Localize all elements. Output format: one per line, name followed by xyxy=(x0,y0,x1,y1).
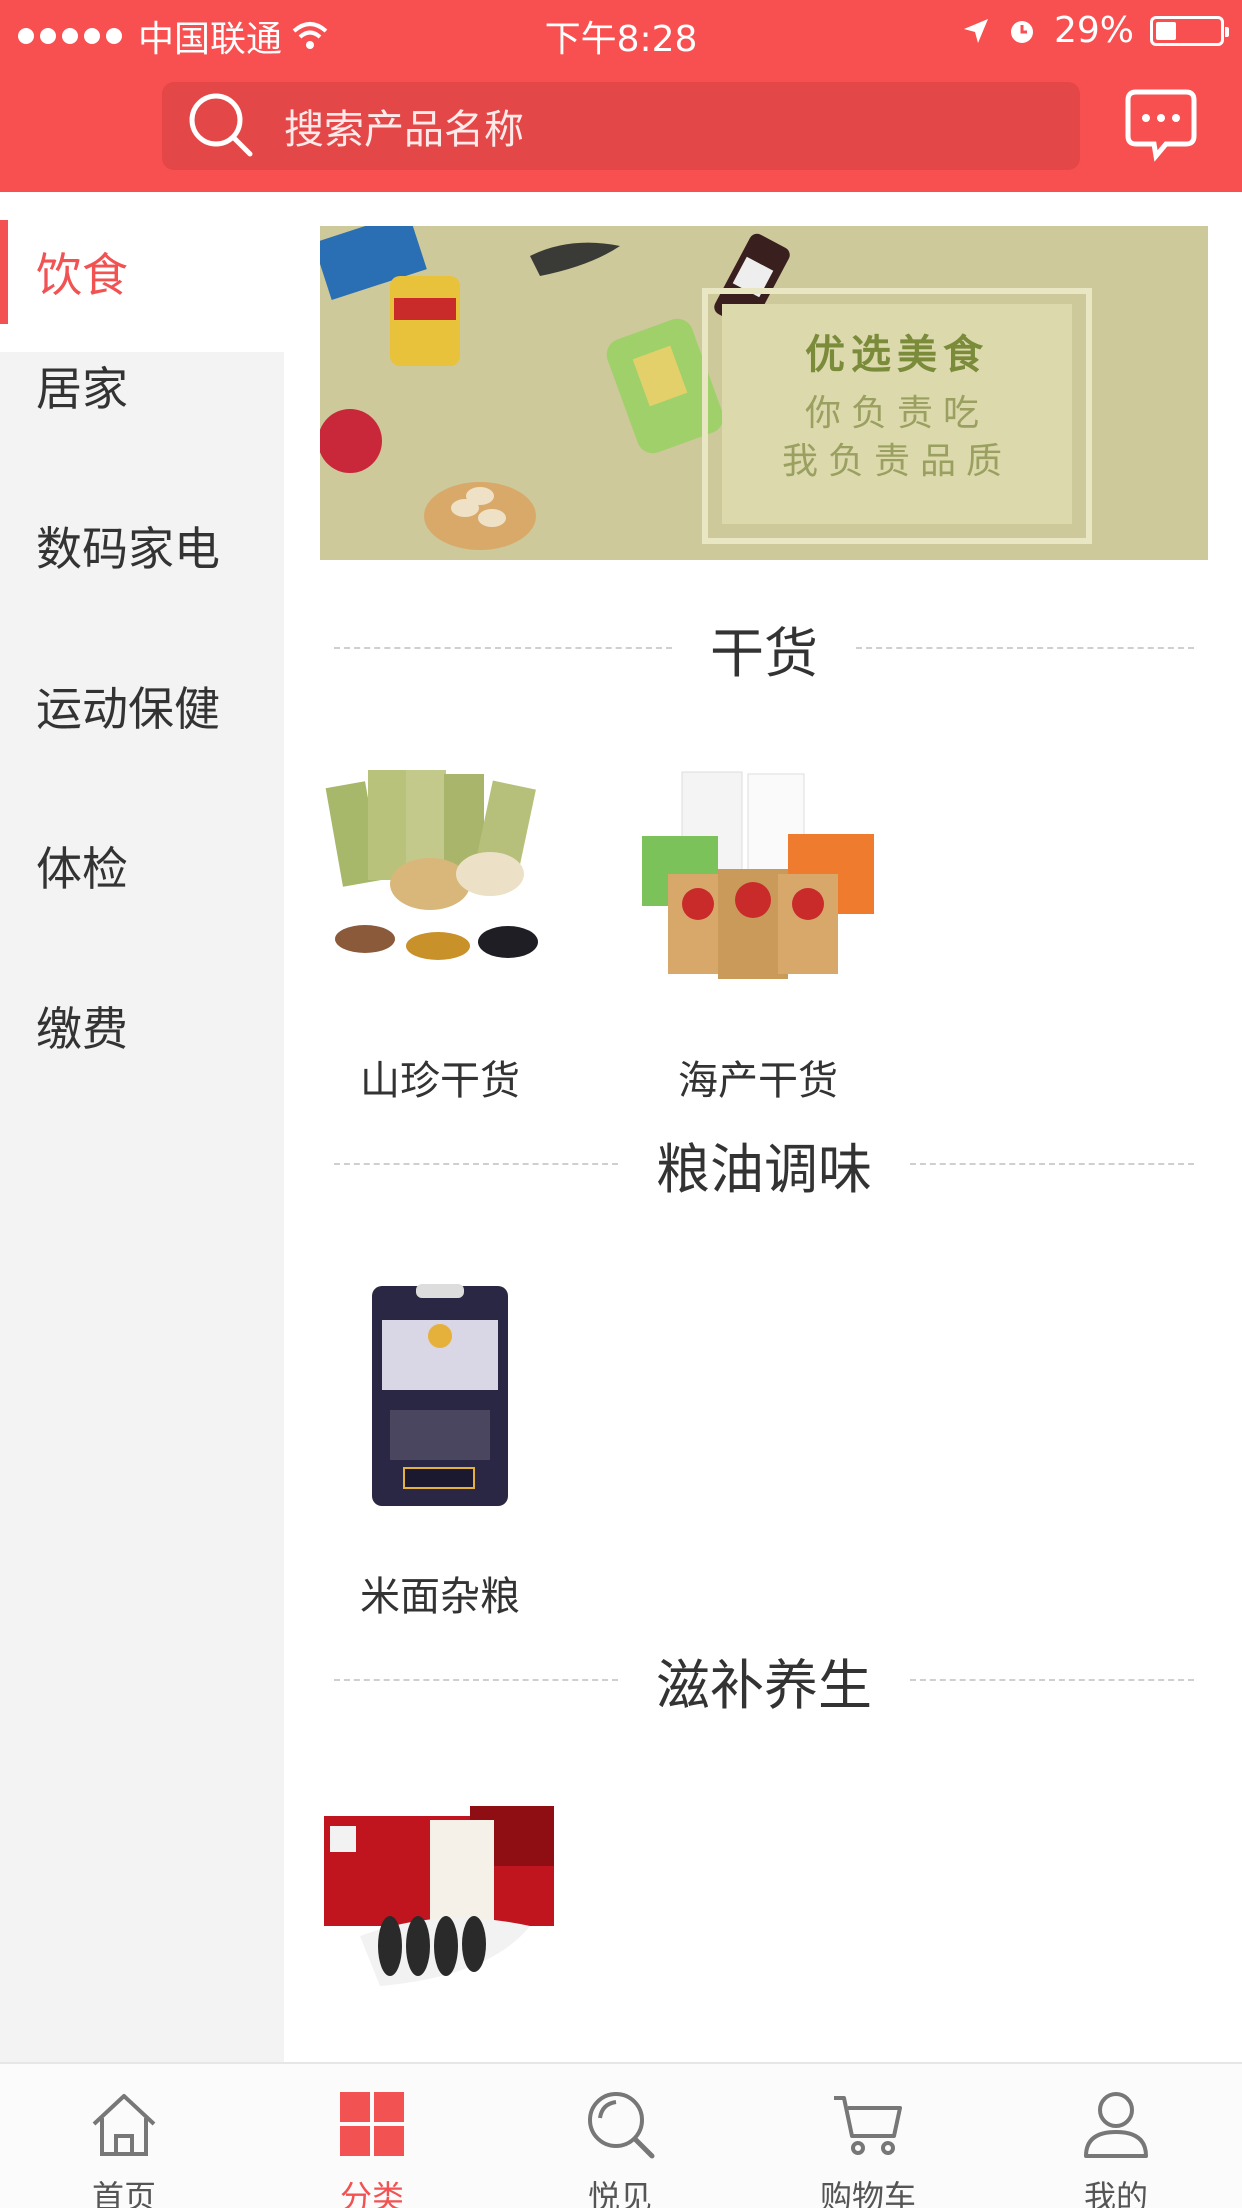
section-title: 滋补养生 xyxy=(656,1653,872,1717)
sidebar-item-checkup[interactable]: 体检 xyxy=(0,786,284,946)
product-name: 海产干货 xyxy=(678,1058,838,1104)
section-header-tonic-wellness: 滋补养生 xyxy=(334,1640,1194,1720)
divider xyxy=(910,1163,1194,1165)
sidebar-item-label: 缴费 xyxy=(36,1002,128,1056)
promo-banner[interactable]: 优选美食 你负责吃 我负责品质 xyxy=(320,226,1208,560)
tab-label: 购物车 xyxy=(819,2178,916,2208)
search-placeholder[interactable]: 搜索产品名称 xyxy=(284,97,524,155)
tab-cart[interactable]: 购物车 xyxy=(744,2064,992,2208)
tab-label: 首页 xyxy=(91,2178,156,2208)
sidebar-item-label: 运动保健 xyxy=(36,682,220,736)
tab-discover[interactable]: 悦见 xyxy=(496,2064,744,2208)
sidebar-item-sports[interactable]: 运动保健 xyxy=(0,626,284,786)
section-title: 粮油调味 xyxy=(656,1137,872,1201)
cart-icon xyxy=(834,2096,902,2155)
sidebar-item-label: 饮食 xyxy=(36,248,128,302)
tab-label: 悦见 xyxy=(587,2178,652,2208)
category-sidebar: 饮食 居家 数码家电 运动保健 体检 缴费 xyxy=(0,192,284,2062)
sidebar-item-payment[interactable]: 缴费 xyxy=(0,946,284,1106)
section-title: 干货 xyxy=(710,621,818,685)
home-icon xyxy=(92,2094,156,2156)
sidebar-item-home[interactable]: 居家 xyxy=(0,306,284,466)
divider xyxy=(334,1679,618,1681)
product-seafood-dried-goods[interactable]: 海产干货 xyxy=(638,764,878,1106)
message-icon[interactable] xyxy=(1122,86,1200,164)
divider xyxy=(910,1679,1194,1681)
discover-icon xyxy=(588,2092,655,2159)
product-name: 山珍干货 xyxy=(360,1058,520,1104)
banner-title: 优选美食 xyxy=(805,332,989,378)
section-header-dried-goods: 干货 xyxy=(334,608,1194,688)
product-image xyxy=(324,1806,554,1986)
divider xyxy=(856,647,1194,649)
battery-percent: 29% xyxy=(1053,10,1134,51)
search-icon xyxy=(189,93,253,157)
product-tonic-gift-box[interactable] xyxy=(320,1796,560,2062)
top-header: 中国联通 下午8:28 29% 搜索产品名称 xyxy=(0,0,1242,192)
banner-line-2: 我负责品质 xyxy=(781,441,1012,482)
product-image xyxy=(642,771,874,979)
sidebar-item-digital[interactable]: 数码家电 xyxy=(0,466,284,626)
tab-profile[interactable]: 我的 xyxy=(992,2064,1240,2208)
tab-label: 我的 xyxy=(1083,2178,1148,2208)
search-bar[interactable]: 搜索产品名称 xyxy=(162,82,1080,170)
alarm-icon xyxy=(1010,20,1033,43)
divider xyxy=(334,647,672,649)
product-image xyxy=(325,770,546,985)
sidebar-item-label: 体检 xyxy=(36,842,128,896)
bottom-tab-bar: 首页 分类 悦见 购物车 我的 xyxy=(0,2062,1242,2208)
tab-category[interactable]: 分类 xyxy=(248,2064,496,2208)
banner-line-1: 你负责吃 xyxy=(804,393,989,434)
product-image xyxy=(372,1284,508,1506)
battery-icon xyxy=(1150,15,1229,46)
tab-label: 分类 xyxy=(339,2178,404,2208)
divider xyxy=(334,1163,618,1165)
location-arrow-icon xyxy=(963,18,988,43)
product-mountain-dried-goods[interactable]: 山珍干货 xyxy=(320,764,560,1106)
status-right: 29% xyxy=(962,10,1229,51)
sidebar-item-label: 数码家电 xyxy=(36,522,220,576)
profile-icon xyxy=(1084,2092,1148,2158)
category-content: 优选美食 你负责吃 我负责品质 干货 山珍干货 海产干货 粮油调味 米面杂粮 滋… xyxy=(284,192,1242,2062)
product-rice-flour-grains[interactable]: 米面杂粮 xyxy=(320,1280,560,1622)
sidebar-item-label: 居家 xyxy=(36,362,128,416)
status-bar: 中国联通 下午8:28 29% xyxy=(0,0,1242,62)
category-icon xyxy=(340,2092,404,2156)
tab-home[interactable]: 首页 xyxy=(0,2064,248,2208)
product-name: 米面杂粮 xyxy=(360,1574,520,1620)
section-header-grain-oil: 粮油调味 xyxy=(334,1124,1194,1204)
